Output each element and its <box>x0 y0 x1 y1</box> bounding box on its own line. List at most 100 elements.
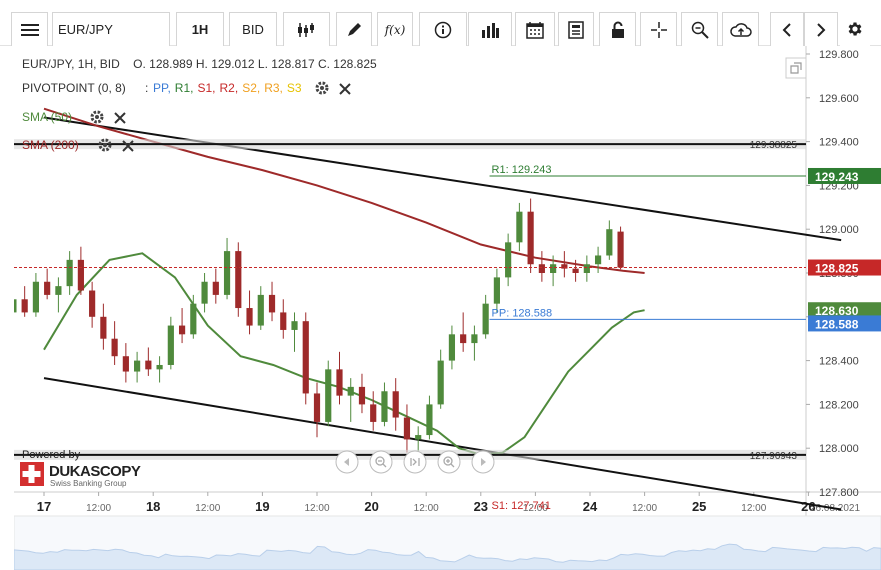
volume-button[interactable] <box>468 12 512 46</box>
candle-body <box>493 277 500 304</box>
cloud-upload-icon <box>729 22 752 37</box>
candle-body <box>403 417 411 440</box>
crosshair-icon <box>650 21 667 38</box>
candle-body <box>280 312 287 330</box>
y-tick-label: 129.000 <box>819 224 859 236</box>
scroll-right-button[interactable] <box>804 12 838 46</box>
template-button[interactable] <box>558 12 594 46</box>
candle-body <box>617 231 624 268</box>
zoom-button[interactable] <box>681 12 718 46</box>
upload-button[interactable] <box>722 12 759 46</box>
chart-area[interactable]: 129.800129.600129.400129.200129.000128.8… <box>14 46 881 570</box>
candles-icon <box>297 22 314 37</box>
powered-by: Powered by <box>22 449 81 461</box>
r1-tag: 129.243 <box>815 170 859 184</box>
candle-body <box>178 325 186 335</box>
candle-body <box>291 321 298 330</box>
x-tick-label: 12:00 <box>632 503 657 514</box>
document-icon <box>568 20 584 39</box>
indicators-button[interactable]: f(x) <box>377 12 413 46</box>
candle-body <box>100 316 107 339</box>
x-tick-label: 12:00 <box>414 503 439 514</box>
gear-icon <box>848 22 862 36</box>
candle-body <box>167 325 174 365</box>
candle-body <box>145 360 152 370</box>
pivot-separator: : <box>145 81 148 95</box>
candle-body <box>415 435 422 440</box>
x-tick-label: 18 <box>146 499 160 514</box>
candle-body <box>370 404 377 422</box>
pivot-item: S3 <box>287 81 302 95</box>
hamburger-icon <box>20 23 39 36</box>
nav-right-button[interactable] <box>471 450 495 474</box>
candle-body <box>325 369 332 422</box>
x-tick-label: 12:00 <box>86 503 111 514</box>
lock-button[interactable] <box>599 12 636 46</box>
sma50-label: SMA (50) <box>22 110 72 124</box>
candle-body <box>550 264 557 273</box>
nav-left-button[interactable] <box>335 450 359 474</box>
candle-body <box>212 281 219 295</box>
chevron-right-icon <box>817 22 826 37</box>
upper-level-label: 129.38825 <box>750 140 798 151</box>
side-selector[interactable]: BID <box>229 12 277 46</box>
x-tick-label: 20 <box>364 499 378 514</box>
candle-body <box>89 290 96 317</box>
period-selector[interactable]: 1H <box>176 12 224 46</box>
zoom-out-button[interactable] <box>369 450 393 474</box>
calendar-button[interactable] <box>515 12 555 46</box>
candle-body <box>223 251 231 295</box>
candle-body <box>426 404 433 436</box>
fit-button[interactable] <box>403 450 427 474</box>
candle-body <box>460 334 467 344</box>
candle-body <box>14 299 17 313</box>
drawing-button[interactable] <box>336 12 372 46</box>
info-button[interactable] <box>419 12 467 46</box>
pp-label: PP: 128.588 <box>492 307 553 319</box>
navigator[interactable] <box>14 515 881 570</box>
candle-body <box>505 242 512 278</box>
sma200-label: SMA (200) <box>22 138 79 152</box>
menu-button[interactable] <box>11 12 48 46</box>
y-tick-label: 129.800 <box>819 49 859 61</box>
candle-body <box>190 303 197 335</box>
bar-chart-icon <box>482 22 499 38</box>
candle-body <box>606 229 613 256</box>
candle-body <box>235 251 242 309</box>
candle-body <box>516 211 523 243</box>
candle-body <box>122 356 129 372</box>
scroll-left-button[interactable] <box>770 12 804 46</box>
candle-body <box>482 303 489 335</box>
maximize-button[interactable] <box>785 57 807 79</box>
y-tick-label: 129.400 <box>819 137 859 149</box>
x-tick-label: 12:00 <box>741 503 766 514</box>
crosshair-button[interactable] <box>640 12 677 46</box>
candle-body <box>32 281 40 313</box>
info-icon <box>434 21 452 38</box>
candle-body <box>527 211 534 265</box>
instrument-selector[interactable]: EUR/JPY <box>52 12 170 46</box>
candle-body <box>257 294 264 326</box>
zoom-in-button[interactable] <box>437 450 461 474</box>
candle <box>617 226 624 270</box>
lower-level-label: 127.96943 <box>750 451 798 462</box>
y-tick-label: 128.200 <box>819 399 859 411</box>
lock-icon <box>611 21 624 38</box>
y-tick-label: 129.600 <box>819 93 859 105</box>
chart-type-button[interactable] <box>283 12 330 46</box>
y-tick-label: 128.000 <box>819 443 859 455</box>
chevron-left-icon <box>782 22 791 37</box>
x-tick-label: 23 <box>474 499 488 514</box>
candle-body <box>313 393 321 422</box>
y-tick-label: 127.800 <box>819 487 859 499</box>
settings-button[interactable] <box>840 12 870 46</box>
candle-body <box>55 286 62 295</box>
candle-body <box>471 334 478 344</box>
logo-text: DUKASCOPY <box>49 463 141 480</box>
candle-body <box>381 391 388 422</box>
candle-body <box>437 360 444 405</box>
candle-body <box>392 391 399 418</box>
candle-body <box>538 264 545 273</box>
candle-body <box>111 338 118 357</box>
x-tick-label: 17 <box>37 499 51 514</box>
